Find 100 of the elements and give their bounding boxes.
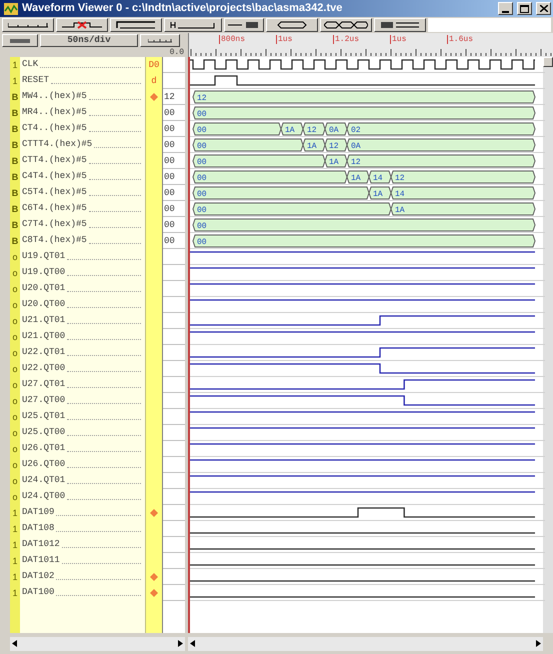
signal-name[interactable]: C6T4.(hex)#5 bbox=[22, 203, 87, 213]
signal-name[interactable]: U20.QT00 bbox=[22, 299, 66, 309]
signal-name[interactable]: U22.QT01 bbox=[22, 347, 66, 357]
signal-type: B bbox=[10, 219, 20, 232]
signal-type: 1 bbox=[11, 539, 18, 552]
toolbar-button[interactable] bbox=[56, 18, 108, 32]
signal-name[interactable]: DAT108 bbox=[22, 523, 54, 533]
signal-name[interactable]: U19.QT00 bbox=[22, 267, 66, 277]
toolbar-button[interactable] bbox=[224, 18, 264, 32]
signal-name[interactable]: DAT109 bbox=[22, 507, 54, 517]
signal-name[interactable]: CTTT4.(hex)#5 bbox=[22, 139, 92, 149]
toolbar-button[interactable] bbox=[164, 18, 222, 32]
bus-value: 00 bbox=[197, 110, 207, 119]
toolbar-button[interactable] bbox=[266, 18, 318, 32]
bus-value: 00 bbox=[197, 158, 207, 167]
toolbar-button[interactable] bbox=[374, 18, 426, 32]
bus-value: 1A bbox=[329, 158, 339, 167]
signal-name[interactable]: U21.QT01 bbox=[22, 315, 66, 325]
signal-name[interactable]: U25.QT01 bbox=[22, 411, 66, 421]
signal-name[interactable]: U19.QT01 bbox=[22, 251, 66, 261]
time-label: 1.6us bbox=[447, 35, 474, 44]
bus-value: 00 bbox=[197, 206, 207, 215]
signal-type: B bbox=[10, 139, 20, 152]
signal-type: 1 bbox=[11, 75, 18, 88]
signal-name[interactable]: CT4..(hex)#5 bbox=[22, 123, 87, 133]
signal-name[interactable]: MW4..(hex)#5 bbox=[22, 91, 87, 101]
signal-name[interactable]: MR4..(hex)#5 bbox=[22, 107, 87, 117]
signal-type: o bbox=[11, 283, 18, 296]
waveform-icon bbox=[228, 21, 260, 29]
signal-type: B bbox=[10, 123, 20, 136]
signal-name[interactable]: C5T4.(hex)#5 bbox=[22, 187, 87, 197]
bus-value: 00 bbox=[197, 126, 207, 135]
signal-type: o bbox=[11, 459, 18, 472]
toolbar-button[interactable] bbox=[110, 18, 162, 32]
signal-name[interactable]: RESET bbox=[22, 75, 50, 85]
zoom-button[interactable]: 50ns/div bbox=[40, 34, 138, 47]
signal-name[interactable]: CTT4.(hex)#5 bbox=[22, 155, 87, 165]
signal-type: 1 bbox=[11, 507, 18, 520]
horizontal-scrollbar[interactable] bbox=[10, 636, 185, 650]
signal-type: 1 bbox=[11, 59, 18, 72]
signal-name[interactable]: U24.QT00 bbox=[22, 491, 66, 501]
minimize-button[interactable] bbox=[498, 2, 513, 15]
bus-value: 02 bbox=[351, 126, 361, 135]
bus-icon bbox=[276, 21, 308, 29]
signal-name[interactable]: U21.QT00 bbox=[22, 331, 66, 341]
app-icon bbox=[4, 2, 18, 14]
toolbar-button[interactable] bbox=[320, 18, 372, 32]
signal-value: 00 bbox=[164, 236, 175, 246]
signal-name[interactable]: U26.QT00 bbox=[22, 459, 66, 469]
signal-type: o bbox=[11, 299, 18, 312]
bus-icon bbox=[324, 21, 368, 29]
horizontal-scrollbar[interactable] bbox=[188, 636, 543, 650]
bus-value: 00 bbox=[197, 190, 207, 199]
signal-name[interactable]: U27.QT01 bbox=[22, 379, 66, 389]
signal-name[interactable]: U25.QT00 bbox=[22, 427, 66, 437]
signal-name[interactable]: U26.QT01 bbox=[22, 443, 66, 453]
maximize-icon bbox=[520, 4, 529, 12]
signal-name[interactable]: CLK bbox=[22, 59, 38, 69]
bus-value: 1A bbox=[373, 190, 383, 199]
close-button[interactable] bbox=[536, 2, 551, 15]
signal-type: B bbox=[10, 203, 20, 216]
signal-type: o bbox=[11, 491, 18, 504]
delete-icon bbox=[62, 21, 102, 29]
maximize-button[interactable] bbox=[517, 2, 532, 15]
signal-name[interactable]: U27.QT00 bbox=[22, 395, 66, 405]
bus-value: 00 bbox=[197, 142, 207, 151]
signal-name[interactable]: DAT102 bbox=[22, 571, 54, 581]
signal-name[interactable]: U20.QT01 bbox=[22, 283, 66, 293]
marker-label: d bbox=[151, 76, 157, 86]
time-label: 1us bbox=[390, 35, 406, 44]
waveform-icon bbox=[170, 21, 216, 29]
signal-value: 00 bbox=[164, 188, 175, 198]
toolbar-button[interactable] bbox=[2, 34, 38, 47]
close-icon bbox=[540, 5, 548, 12]
bus-value: 12 bbox=[329, 142, 339, 151]
signal-name[interactable]: C4T4.(hex)#5 bbox=[22, 171, 87, 181]
signal-value: 00 bbox=[164, 140, 175, 150]
toolbar-button[interactable] bbox=[2, 18, 54, 32]
signal-type: 1 bbox=[11, 587, 18, 600]
signal-name[interactable]: C7T4.(hex)#5 bbox=[22, 219, 87, 229]
signal-type: B bbox=[10, 187, 20, 200]
signal-name[interactable]: C8T4.(hex)#5 bbox=[22, 235, 87, 245]
signal-name[interactable]: DAT1011 bbox=[22, 555, 60, 565]
signal-value: 00 bbox=[164, 124, 175, 134]
signal-name[interactable]: U24.QT01 bbox=[22, 475, 66, 485]
bus-value: 12 bbox=[351, 158, 361, 167]
toolbar-field[interactable] bbox=[428, 18, 551, 32]
signal-name[interactable]: DAT100 bbox=[22, 587, 54, 597]
vertical-scrollbar[interactable] bbox=[543, 57, 553, 633]
toolbar-button[interactable] bbox=[140, 34, 180, 47]
signal-name[interactable]: U22.QT00 bbox=[22, 363, 66, 373]
left-arrow-icon bbox=[190, 640, 195, 647]
bus-value: 1A bbox=[285, 126, 295, 135]
signal-name[interactable]: DAT1012 bbox=[22, 539, 60, 549]
signal-type: o bbox=[11, 315, 18, 328]
minimize-icon bbox=[502, 11, 509, 14]
signal-value: 00 bbox=[164, 220, 175, 230]
bus-value: 0A bbox=[329, 126, 339, 135]
right-arrow-icon bbox=[536, 640, 541, 647]
bus-value: 14 bbox=[373, 174, 383, 183]
